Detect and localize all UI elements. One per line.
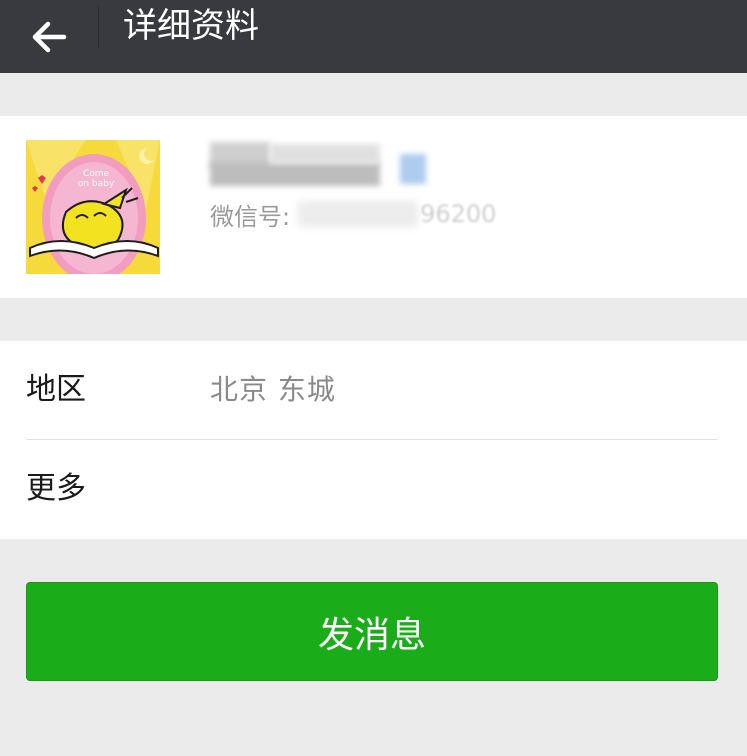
avatar-text-line2: on baby (78, 179, 115, 189)
page-title: 详细资料 (123, 6, 259, 46)
wechat-id-value: 96200 (298, 199, 498, 229)
back-button[interactable] (18, 0, 80, 73)
avatar[interactable]: Come on baby (26, 140, 160, 274)
arrow-left-icon (31, 21, 67, 53)
nickname (210, 140, 460, 190)
profile-card[interactable]: Come on baby 微信号: 96200 (0, 116, 747, 298)
wechat-id-row: 微信号: 96200 (210, 196, 498, 232)
detail-list: 地区 北京 东城 更多 (0, 341, 747, 539)
list-item-region[interactable]: 地区 北京 东城 (0, 341, 747, 439)
top-bar: 详细资料 (0, 0, 747, 73)
list-item-more[interactable]: 更多 (0, 440, 747, 538)
send-message-button[interactable]: 发消息 (26, 582, 718, 681)
more-label: 更多 (26, 471, 86, 506)
avatar-text-line1: Come (83, 169, 110, 179)
header-divider (98, 6, 99, 48)
wechat-id-label: 微信号: (210, 202, 291, 231)
cartoon-chick-avatar: Come on baby (26, 140, 160, 274)
region-value: 北京 东城 (210, 373, 336, 406)
region-label: 地区 (26, 372, 86, 407)
